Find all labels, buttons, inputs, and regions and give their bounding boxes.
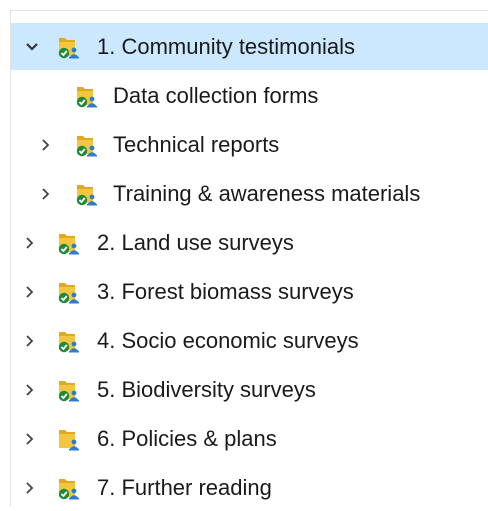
tree-item-training-awareness-materials[interactable]: Training & awareness materials [11, 170, 488, 217]
chevron-right-icon[interactable] [39, 187, 53, 201]
tree-item-socio-economic-surveys[interactable]: 4. Socio economic surveys [11, 317, 488, 364]
tree-item-technical-reports[interactable]: Technical reports [11, 121, 488, 168]
shared-folder-synced-icon [55, 377, 83, 403]
shared-folder-synced-icon [73, 83, 101, 109]
shared-folder-synced-icon [55, 328, 83, 354]
tree-item-label: 3. Forest biomass surveys [97, 278, 354, 304]
shared-folder-synced-icon [55, 34, 83, 60]
chevron-right-icon[interactable] [23, 334, 37, 348]
chevron-right-icon[interactable] [23, 236, 37, 250]
tree-item-biodiversity-surveys[interactable]: 5. Biodiversity surveys [11, 366, 488, 413]
shared-folder-icon [55, 426, 83, 452]
tree-item-policies-plans[interactable]: 6. Policies & plans [11, 415, 488, 462]
tree-item-community-testimonials[interactable]: 1. Community testimonials [11, 23, 488, 70]
tree-item-label: 2. Land use surveys [97, 229, 294, 255]
tree-item-forest-biomass-surveys[interactable]: 3. Forest biomass surveys [11, 268, 488, 315]
tree-item-label: 5. Biodiversity surveys [97, 376, 316, 402]
shared-folder-synced-icon [55, 475, 83, 501]
tree-item-land-use-surveys[interactable]: 2. Land use surveys [11, 219, 488, 266]
chevron-right-icon[interactable] [23, 383, 37, 397]
chevron-right-icon[interactable] [39, 138, 53, 152]
tree-item-label: 7. Further reading [97, 474, 272, 500]
tree-item-data-collection-forms[interactable]: Data collection forms [11, 72, 488, 119]
folder-tree: 1. Community testimonials Data collectio… [10, 10, 488, 506]
tree-item-further-reading[interactable]: 7. Further reading [11, 464, 488, 511]
tree-item-label: Data collection forms [113, 82, 319, 108]
shared-folder-synced-icon [55, 279, 83, 305]
tree-item-label: 1. Community testimonials [97, 33, 355, 59]
tree-item-label: Technical reports [113, 131, 280, 157]
shared-folder-synced-icon [73, 181, 101, 207]
chevron-right-icon[interactable] [23, 285, 37, 299]
shared-folder-synced-icon [73, 132, 101, 158]
tree-item-label: 4. Socio economic surveys [97, 327, 359, 353]
tree-item-label: Training & awareness materials [113, 180, 421, 206]
chevron-right-icon[interactable] [23, 481, 37, 495]
chevron-right-icon[interactable] [23, 432, 37, 446]
chevron-down-icon[interactable] [25, 40, 39, 54]
tree-item-label: 6. Policies & plans [97, 425, 277, 451]
shared-folder-synced-icon [55, 230, 83, 256]
